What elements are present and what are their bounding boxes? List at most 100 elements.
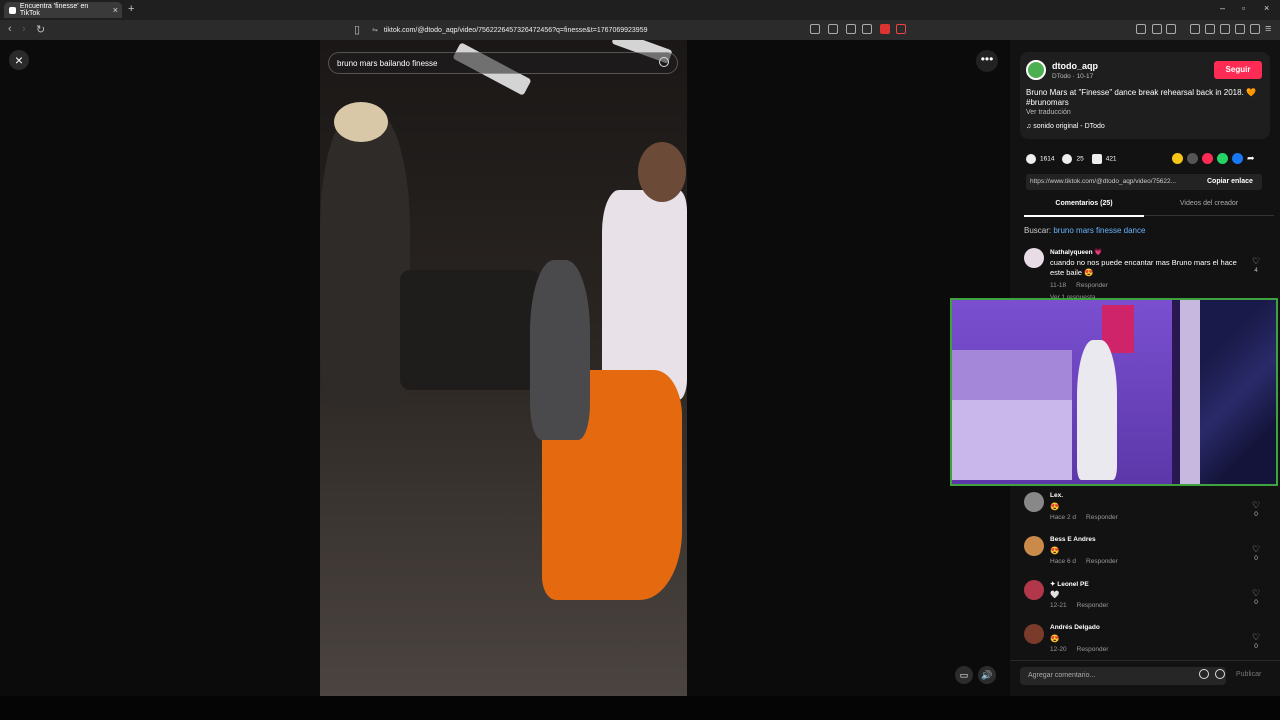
comment-like[interactable]: ♡ 0	[1252, 632, 1260, 650]
commenter-name[interactable]: Bess E Andres	[1050, 536, 1096, 543]
extension-icon[interactable]	[810, 24, 820, 34]
forward-icon[interactable]: ›	[22, 23, 26, 35]
site-settings-icon[interactable]: ⇋	[372, 26, 378, 34]
minimize-icon[interactable]: –	[1220, 3, 1225, 13]
back-icon[interactable]: ‹	[8, 23, 12, 35]
reply-button[interactable]: Responder	[1077, 602, 1109, 609]
search-icon[interactable]	[659, 57, 669, 67]
maximize-icon[interactable]: ▫	[1242, 3, 1245, 13]
save-count: 421	[1105, 155, 1117, 163]
reload-icon[interactable]: ↻	[36, 23, 45, 36]
search-suggestion-query[interactable]: bruno mars finesse dance	[1053, 226, 1145, 235]
comment-meta: 11-18 Responder	[1050, 282, 1108, 289]
reply-button[interactable]: Responder	[1086, 558, 1118, 565]
share-page-icon[interactable]	[862, 24, 872, 34]
video-search-text: bruno mars bailando finesse	[337, 58, 438, 68]
vpn-icon[interactable]	[1250, 24, 1260, 34]
share-friends-icon[interactable]	[1202, 153, 1213, 164]
browser-tab-strip: Encuentra 'finesse' en TikTok × + – ▫ ×	[0, 0, 1280, 20]
webcam-person	[1077, 340, 1117, 480]
creator-username[interactable]: dtodo_aqp	[1052, 61, 1098, 71]
post-description: Bruno Mars at "Finesse" dance break rehe…	[1026, 88, 1256, 107]
comment-date: 11-18	[1050, 282, 1067, 289]
media-icon[interactable]	[1190, 24, 1200, 34]
bottom-bar	[0, 696, 1280, 720]
share-facebook-icon[interactable]	[1232, 153, 1243, 164]
comment-like-count: 0	[1254, 643, 1258, 650]
floating-player-icon[interactable]: ▭	[955, 666, 973, 684]
emoji-icon[interactable]	[1215, 669, 1225, 679]
cast-icon[interactable]	[828, 24, 838, 34]
commenter-avatar[interactable]	[1024, 248, 1044, 268]
share-whatsapp-icon[interactable]	[1217, 153, 1228, 164]
sound-link[interactable]: ♫ sonido original - DTodo	[1026, 123, 1105, 130]
comment-date: Hace 2 d	[1050, 514, 1077, 521]
comment-text: cuando no nos puede encantar mas Bruno m…	[1050, 258, 1237, 277]
comment-item: Nathalyqueen 💗 cuando no nos puede encan…	[1024, 248, 1266, 301]
leo-icon[interactable]	[1235, 24, 1245, 34]
comment-like[interactable]: ♡ 0	[1252, 544, 1260, 562]
commenter-avatar[interactable]	[1024, 492, 1044, 512]
video-search-box[interactable]: bruno mars bailando finesse	[328, 52, 678, 74]
sidebar-icon[interactable]	[1205, 24, 1215, 34]
more-options-button[interactable]: •••	[976, 50, 998, 72]
share-more-icon[interactable]: ➦	[1247, 153, 1258, 164]
wallet-icon[interactable]	[1136, 24, 1146, 34]
comment-item: Bess E Andres 😍 Hace 6 d Responder ♡ 0	[1024, 536, 1266, 572]
commenter-avatar[interactable]	[1024, 580, 1044, 600]
comment-count: 25	[1076, 155, 1084, 163]
webcam-door	[1180, 300, 1200, 484]
new-tab-button[interactable]: +	[128, 3, 134, 15]
commenter-avatar[interactable]	[1024, 624, 1044, 644]
save-stat[interactable]: 421	[1091, 154, 1117, 164]
tiktok-favicon-icon	[9, 6, 16, 14]
mention-icon[interactable]	[1199, 669, 1209, 679]
tab-creator-videos[interactable]: Videos del creador	[1149, 200, 1269, 207]
translate-icon[interactable]	[846, 24, 856, 34]
search-suggestion[interactable]: Buscar: bruno mars finesse dance	[1024, 226, 1145, 235]
creator-avatar[interactable]	[1026, 60, 1046, 80]
drum-kit	[400, 270, 540, 390]
browser-tab[interactable]: Encuentra 'finesse' en TikTok ×	[4, 2, 122, 18]
follow-button[interactable]: Seguir	[1214, 61, 1262, 79]
comment-stat[interactable]: 25	[1062, 154, 1084, 164]
tab-comments[interactable]: Comentarios (25)	[1024, 200, 1144, 217]
close-video-button[interactable]: ×	[9, 50, 29, 70]
comment-text: 😍	[1050, 634, 1060, 643]
bookmark-icon	[1091, 154, 1102, 164]
publish-button[interactable]: Publicar	[1236, 671, 1261, 678]
comment-input[interactable]: Agregar comentario...	[1020, 667, 1226, 685]
reply-button[interactable]: Responder	[1076, 282, 1108, 289]
comment-like[interactable]: ♡ 0	[1252, 588, 1260, 606]
commenter-name[interactable]: Andrés Delgado	[1050, 624, 1100, 631]
tab-search-icon[interactable]	[1220, 24, 1230, 34]
commenter-name[interactable]: ✦ Leonel PE	[1050, 580, 1089, 588]
heart-icon	[1026, 154, 1036, 164]
comment-meta: Hace 6 d Responder	[1050, 558, 1118, 565]
comment-meta: Hace 2 d Responder	[1050, 514, 1118, 521]
share-embed-icon[interactable]	[1187, 153, 1198, 164]
browser-toolbar: ‹ › ↻ ▯ ⇋ tiktok.com/@dtodo_aqp/video/75…	[0, 20, 1280, 40]
copy-link-button[interactable]: Copiar enlace	[1207, 174, 1253, 190]
brave-shield-icon[interactable]	[880, 24, 890, 34]
close-window-icon[interactable]: ×	[1264, 3, 1269, 13]
screenshot-icon[interactable]	[1166, 24, 1176, 34]
bookmark-icon[interactable]: ▯	[354, 23, 360, 36]
like-stat[interactable]: 1614	[1026, 154, 1054, 164]
commenter-name[interactable]: Lex.	[1050, 492, 1063, 499]
brave-rewards-icon[interactable]	[896, 24, 906, 34]
close-tab-icon[interactable]: ×	[113, 5, 118, 15]
video-player[interactable]: bruno mars bailando finesse	[320, 40, 687, 696]
commenter-name[interactable]: Nathalyqueen 💗	[1050, 248, 1103, 256]
menu-icon[interactable]: ≡	[1265, 23, 1271, 35]
comment-like[interactable]: ♡ 4	[1252, 256, 1260, 274]
extensions-puzzle-icon[interactable]	[1152, 24, 1162, 34]
comment-like[interactable]: ♡ 0	[1252, 500, 1260, 518]
reply-button[interactable]: Responder	[1086, 514, 1118, 521]
see-translation-link[interactable]: Ver traducción	[1026, 109, 1071, 116]
reply-button[interactable]: Responder	[1077, 646, 1109, 653]
comment-item: Lex. 😍 Hace 2 d Responder ♡ 0	[1024, 492, 1266, 528]
share-repost-icon[interactable]	[1172, 153, 1183, 164]
volume-icon[interactable]: 🔊	[978, 666, 996, 684]
commenter-avatar[interactable]	[1024, 536, 1044, 556]
